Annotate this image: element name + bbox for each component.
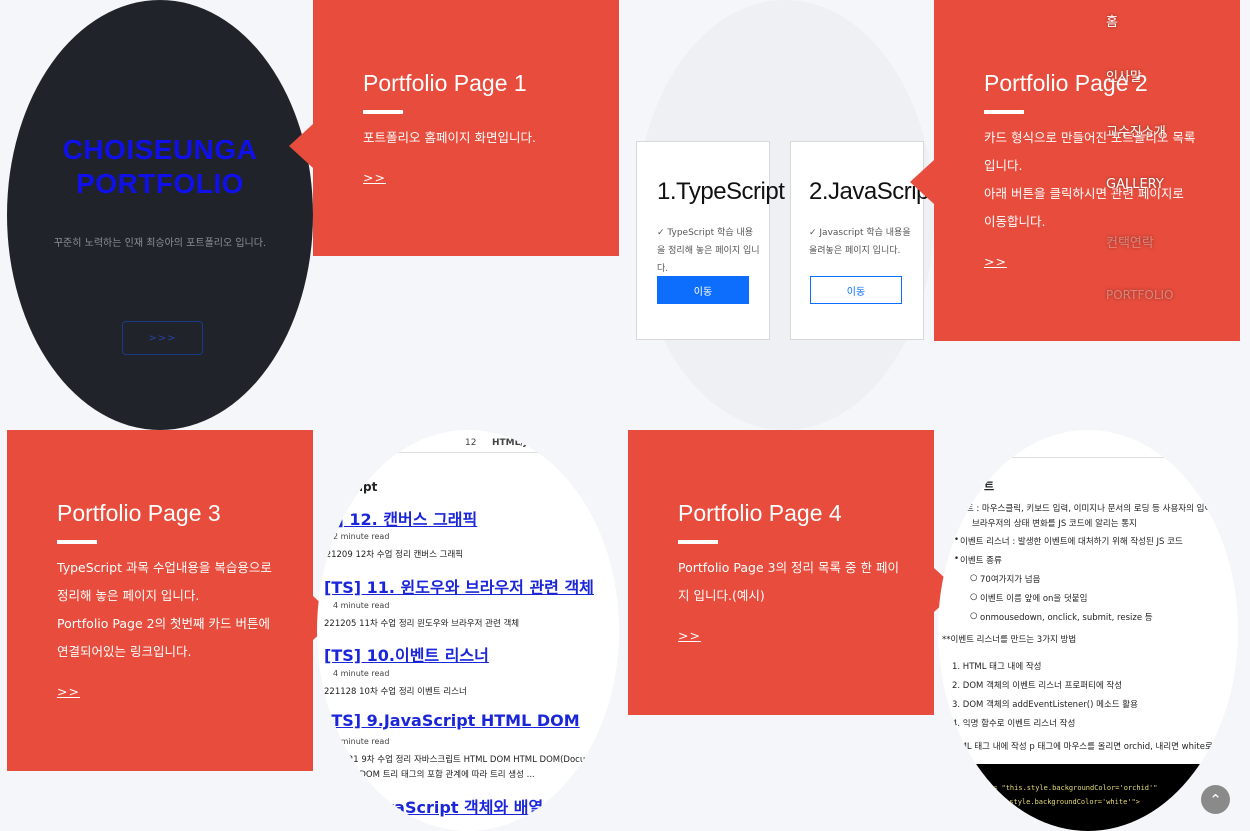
blog-divider: [317, 452, 619, 453]
doc-line: HTML 태그 내에 작성 p 태그에 마우스를 올리면 orchid, 내리면…: [948, 742, 1232, 752]
doc-line: 이벤트 리스너 : 발생한 이벤트에 대처하기 위해 작성된 JS 코드: [960, 537, 1183, 547]
title-underline: [678, 540, 718, 544]
nav-item-gallery[interactable]: GALLERY: [1106, 177, 1164, 192]
panel-text-line: 포트폴리오 홈페이지 화면입니다.: [363, 130, 536, 145]
hero-title-line1: CHOISEUNGA: [62, 134, 258, 165]
portfolio-panel-1: Portfolio Page 1 포트폴리오 홈페이지 화면입니다. >>: [313, 0, 619, 256]
panel-text-line: Portfolio Page 3의 정리 목록 중 한 페이: [678, 560, 899, 575]
blog-preview-ellipse: 12 HTML/J ript S] 12. 캔버스 그래픽 2 minute r…: [317, 430, 619, 831]
blog-post-title[interactable]: [TS] 10.이벤트 리스너: [324, 642, 489, 666]
doc-bullet: ○: [970, 592, 978, 602]
blog-post-excerpt: 1121 9차 수업 정리 자바스크립트 HTML DOM HTML DOM(D…: [337, 755, 605, 765]
panel-pointer: [910, 160, 934, 204]
doc-line: 4. 익명 함수로 이벤트 리스너 작성: [952, 719, 1076, 729]
card-title: 1.TypeScript: [657, 178, 785, 205]
panel-title: Portfolio Page 3: [57, 500, 221, 526]
blog-post-excerpt: .21209 12차 수업 정리 캔버스 그래픽: [323, 550, 464, 560]
chevron-up-icon: ⌃: [1209, 790, 1222, 809]
portfolio-panel-2: Portfolio Page 2 카드 형식으로 만들어진 포트폴리오 목록 입…: [934, 0, 1240, 341]
doc-bullet: ○: [970, 573, 978, 583]
panel-text-line: TypeScript 과목 수업내용을 복습용으로: [57, 560, 272, 575]
title-underline: [57, 540, 97, 544]
portfolio-panel-4: Portfolio Page 4 Portfolio Page 3의 정리 목록…: [628, 430, 934, 715]
card-desc: ✓ Javascript 학습 내용을 올려놓은 페이지 입니다.: [809, 228, 911, 256]
doc-line: 2. DOM 객체의 이벤트 리스너 프로퍼티에 작성: [952, 681, 1123, 691]
panel-link[interactable]: >>: [984, 254, 1007, 269]
doc-bullet: •: [954, 535, 960, 545]
nav-item-portfolio[interactable]: PORTFOLIO: [1106, 288, 1174, 302]
title-underline: [984, 110, 1024, 114]
doc-line: 3. DOM 객체의 addEventListener() 메소드 활용: [952, 700, 1138, 710]
doc-divider: [938, 457, 1238, 458]
code-block: over = "this.style.backgroundColor='orch…: [938, 764, 1238, 831]
blog-post-excerpt: 221205 11차 수업 정리 윈도우와 브라우저 관련 객체: [324, 619, 520, 629]
doc-line: 이벤트 이름 앞에 on을 덧붙임: [980, 594, 1088, 604]
doc-heading: 트: [984, 480, 995, 493]
panel-text-line: 연결되어있는 링크입니다.: [57, 644, 192, 659]
panel-text-line: 입니다.: [984, 158, 1023, 173]
code-line: "this.style.backgroundColor='white'">: [984, 798, 1140, 806]
blog-post-excerpt: 221128 10차 수업 정리 이벤트 리스너: [324, 687, 467, 697]
doc-line: 이벤트 종류: [960, 556, 1002, 566]
nav-item-greeting[interactable]: 인사말: [1106, 66, 1142, 85]
panel-link[interactable]: >>: [57, 684, 80, 699]
hero-subtitle: 꾸준히 노력하는 인재 최승아의 포트폴리오 입니다.: [53, 238, 267, 249]
hero-title-line2: PORTFOLIO: [76, 168, 244, 199]
blog-post-title[interactable]: [TS] 9.JavaScript HTML DOM: [324, 711, 580, 730]
card-desc: ✓ TypeScript 학습 내용을 정리해 놓은 페이지 입니다.: [657, 228, 760, 274]
hero-ellipse: [7, 0, 313, 430]
hero-enter-button[interactable]: >>>: [122, 321, 203, 355]
panel-text-line: 지 입니다.(예시): [678, 588, 765, 603]
title-underline: [363, 110, 403, 114]
card-go-button[interactable]: 이동: [810, 276, 902, 304]
nav-item-contact[interactable]: 컨택연락: [1106, 232, 1154, 251]
blog-post-read-time: 4 minute read: [333, 601, 390, 610]
panel-text-line: 이동합니다.: [984, 214, 1046, 229]
hero-title: CHOISEUNGA PORTFOLIO: [7, 133, 313, 201]
card-go-button[interactable]: 이동: [657, 276, 749, 304]
scroll-top-button[interactable]: ⌃: [1201, 785, 1230, 814]
portfolio-panel-3: Portfolio Page 3 TypeScript 과목 수업내용을 복습용…: [7, 430, 313, 771]
doc-preview-ellipse: 트 벤트 : 마우스클릭, 키보드 입력, 이미지나 문서의 로딩 등 사용자의…: [938, 430, 1238, 831]
doc-line: **이벤트 리스너를 만드는 3가지 방법: [942, 635, 1077, 645]
doc-line: 1. HTML 태그 내에 작성: [952, 662, 1042, 672]
blog-section-title: ript: [353, 480, 378, 494]
card-typescript: 1.TypeScript ✓ TypeScript 학습 내용을 정리해 놓은 …: [636, 141, 785, 340]
doc-bullet: •: [954, 554, 960, 564]
doc-line: 벤트 : 마우스클릭, 키보드 입력, 이미지나 문서의 로딩 등 사용자의 입…: [958, 504, 1238, 514]
nav-item-faculty[interactable]: 교수진소개: [1106, 121, 1166, 140]
doc-line: onmousedown, onclick, submit, resize 등: [980, 613, 1153, 623]
blog-post-title[interactable]: [TS] 11. 윈도우와 브라우저 관련 객체: [324, 574, 594, 598]
blog-post-excerpt-line2: 생성 DOM 트리 태그의 포함 관계에 따라 트리 생성 ...: [341, 770, 535, 780]
panel-text-line: Portfolio Page 2의 첫번째 카드 버튼에: [57, 616, 271, 631]
doc-line: 브라우저의 상태 변화를 JS 코드에 알리는 통지: [972, 519, 1137, 529]
card-javascript: 2.JavaScript ✓ Javascript 학습 내용을 올려놓은 페이…: [790, 141, 936, 340]
blog-post-title[interactable]: JavaScript 객체와 배열: [367, 794, 543, 818]
nav-item-home[interactable]: 홈: [1106, 11, 1118, 30]
panel-pointer: [289, 124, 313, 168]
cards-preview-ellipse: 1.TypeScript ✓ TypeScript 학습 내용을 정리해 놓은 …: [636, 0, 936, 430]
panel-link[interactable]: >>: [363, 170, 386, 185]
blog-post-title[interactable]: S] 12. 캔버스 그래픽: [325, 506, 477, 530]
blog-header-right: HTML/J: [492, 438, 527, 448]
panel-title: Portfolio Page 4: [678, 500, 842, 526]
blog-post-read-time: 4 minute read: [333, 669, 390, 678]
blog-post-read-time: 1 minute read: [333, 737, 390, 746]
panel-title: Portfolio Page 1: [363, 70, 527, 96]
panel-text-line: 정리해 놓은 페이지 입니다.: [57, 588, 200, 603]
blog-header-left: 12: [465, 438, 477, 448]
doc-line: 70여가지가 넘음: [980, 575, 1041, 585]
blog-post-read-time: 2 minute read: [333, 532, 390, 541]
doc-bullet: ○: [970, 611, 978, 621]
code-line: over = "this.style.backgroundColor='orch…: [972, 784, 1158, 792]
panel-link[interactable]: >>: [678, 628, 701, 643]
